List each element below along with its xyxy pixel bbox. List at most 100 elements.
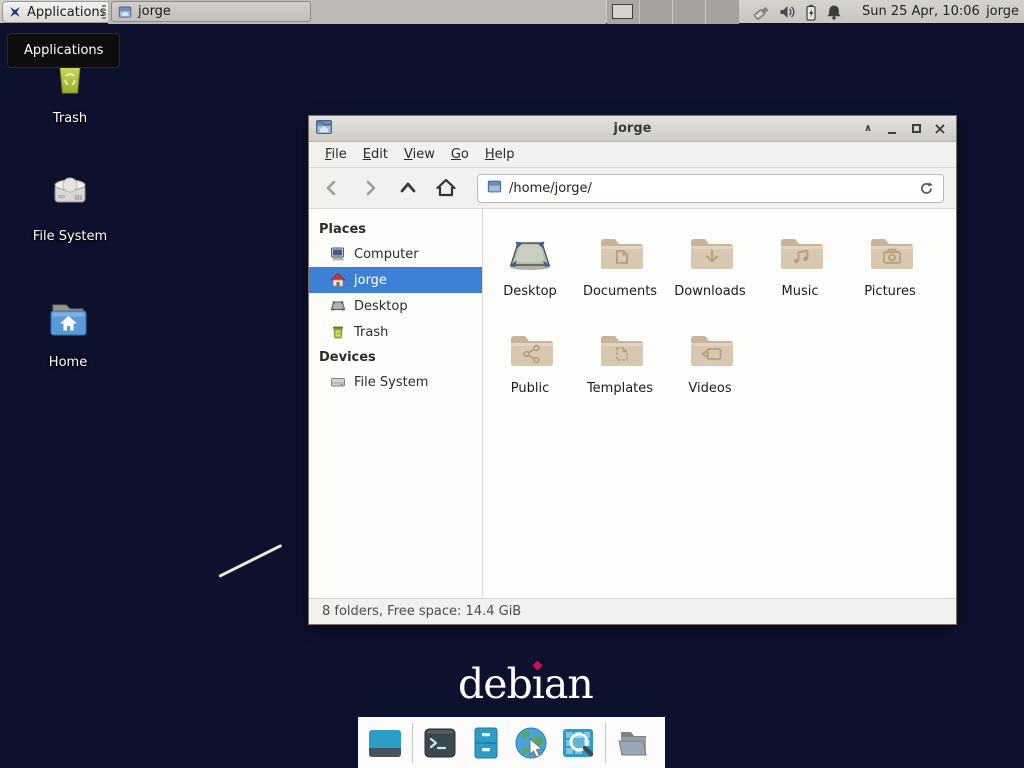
- file-cabinet-icon[interactable]: [467, 724, 505, 762]
- workspace-switcher: [607, 0, 739, 24]
- location-bar[interactable]: /home/jorge/: [477, 174, 944, 203]
- web-browser-icon[interactable]: [513, 724, 551, 762]
- folder-icon[interactable]: [614, 724, 652, 762]
- network-cable-icon[interactable]: [753, 4, 771, 21]
- music-folder-icon: [776, 231, 824, 275]
- sidebar-item-label: Desktop: [354, 299, 408, 314]
- desktop-icon-label: File System: [33, 229, 107, 244]
- terminal-icon[interactable]: [421, 724, 459, 762]
- minimize-button[interactable]: [882, 119, 902, 139]
- sidebar-item-label: Trash: [354, 325, 388, 340]
- back-button[interactable]: [321, 177, 343, 199]
- maximize-button[interactable]: [906, 119, 926, 139]
- file-manager-window: jorge ∧ × File Edit View Go Help: [308, 115, 957, 625]
- debian-wordmark: debıan: [458, 660, 593, 708]
- desktop-icon: [330, 298, 346, 314]
- menubar: File Edit View Go Help: [309, 142, 956, 168]
- shade-button[interactable]: ∧: [858, 119, 878, 139]
- app-finder-icon[interactable]: [559, 724, 597, 762]
- hard-drive-icon: [330, 374, 346, 390]
- location-text: /home/jorge/: [509, 181, 592, 196]
- desktop-screen: Trash File System Home: [0, 0, 1024, 768]
- workspace-window-preview: [612, 4, 633, 19]
- battery-icon[interactable]: [804, 4, 818, 21]
- desktop-icon-home[interactable]: Home: [22, 296, 114, 370]
- up-button[interactable]: [397, 177, 419, 199]
- panel-clock[interactable]: Sun 25 Apr, 10:06: [862, 0, 980, 24]
- file-videos[interactable]: Videos: [665, 318, 755, 415]
- wordmark-i: ı: [532, 660, 544, 708]
- sidebar-header-devices: Devices: [309, 345, 482, 369]
- desktop-icon-label: Home: [49, 355, 87, 370]
- wordmark-text: an: [544, 660, 593, 708]
- applications-tooltip: Applications: [7, 33, 120, 68]
- taskbar: jorge: [108, 0, 606, 24]
- hard-drive-icon: [46, 170, 94, 222]
- home-icon: [330, 272, 346, 288]
- workspace-1[interactable]: [607, 0, 640, 24]
- file-label: Music: [782, 284, 819, 299]
- menu-help[interactable]: Help: [477, 143, 523, 166]
- sidebar-item-desktop[interactable]: Desktop: [309, 293, 482, 319]
- file-label: Desktop: [503, 284, 557, 299]
- file-label: Videos: [688, 381, 731, 396]
- forward-button[interactable]: [359, 177, 381, 199]
- sidebar-item-jorge[interactable]: jorge: [309, 267, 482, 293]
- public-folder-icon: [506, 328, 554, 372]
- file-label: Public: [511, 381, 549, 396]
- documents-folder-icon: [596, 231, 644, 275]
- task-button-label: jorge: [138, 4, 171, 19]
- panel-grip[interactable]: [102, 5, 106, 19]
- file-desktop[interactable]: Desktop: [485, 221, 575, 318]
- computer-icon: [330, 246, 346, 262]
- sidebar-item-computer[interactable]: Computer: [309, 241, 482, 267]
- statusbar: 8 folders, Free space: 14.4 GiB: [309, 598, 956, 624]
- applications-menu-button[interactable]: Applications: [2, 1, 114, 23]
- menu-go[interactable]: Go: [443, 143, 477, 166]
- reload-button[interactable]: [919, 181, 934, 196]
- home-folder-icon: [44, 296, 92, 348]
- wordmark-text: deb: [458, 660, 532, 708]
- panel-username[interactable]: jorge: [986, 0, 1019, 24]
- menu-file[interactable]: File: [317, 143, 355, 166]
- sidebar-item-label: jorge: [354, 273, 387, 288]
- menu-edit[interactable]: Edit: [355, 143, 396, 166]
- file-pictures[interactable]: Pictures: [845, 221, 935, 318]
- folder-icon: [487, 179, 502, 198]
- home-button[interactable]: [435, 177, 457, 199]
- downloads-folder-icon: [686, 231, 734, 275]
- folder-icon: [118, 5, 132, 19]
- close-button[interactable]: ×: [930, 119, 950, 139]
- notifications-icon[interactable]: [826, 4, 842, 21]
- window-titlebar[interactable]: jorge ∧ ×: [309, 116, 956, 142]
- sidebar-item-label: File System: [354, 375, 428, 390]
- task-button-jorge[interactable]: jorge: [111, 1, 311, 22]
- status-text: 8 folders, Free space: 14.4 GiB: [322, 604, 521, 619]
- file-label: Downloads: [674, 284, 745, 299]
- desktop-icon-file-system[interactable]: File System: [24, 170, 116, 244]
- file-public[interactable]: Public: [485, 318, 575, 415]
- file-view: Desktop Documents: [483, 209, 956, 598]
- file-templates[interactable]: Templates: [575, 318, 665, 415]
- workspace-2[interactable]: [640, 0, 673, 24]
- sidebar: Places Computer jorge: [309, 209, 483, 598]
- dock-separator: [605, 723, 606, 763]
- menu-view[interactable]: View: [396, 143, 443, 166]
- pictures-folder-icon: [866, 231, 914, 275]
- workspace-4[interactable]: [706, 0, 739, 24]
- file-documents[interactable]: Documents: [575, 221, 665, 318]
- file-downloads[interactable]: Downloads: [665, 221, 755, 318]
- workspace-3[interactable]: [673, 0, 706, 24]
- sidebar-item-trash[interactable]: Trash: [309, 319, 482, 345]
- sidebar-item-label: Computer: [354, 247, 419, 262]
- volume-icon[interactable]: [779, 4, 796, 20]
- sidebar-item-file-system[interactable]: File System: [309, 369, 482, 395]
- show-desktop-icon[interactable]: [366, 724, 404, 762]
- system-tray: [753, 0, 842, 24]
- file-label: Documents: [583, 284, 657, 299]
- desktop-icon-label: Trash: [53, 111, 87, 126]
- sidebar-header-places: Places: [309, 217, 482, 241]
- templates-folder-icon: [596, 328, 644, 372]
- file-music[interactable]: Music: [755, 221, 845, 318]
- file-label: Pictures: [864, 284, 915, 299]
